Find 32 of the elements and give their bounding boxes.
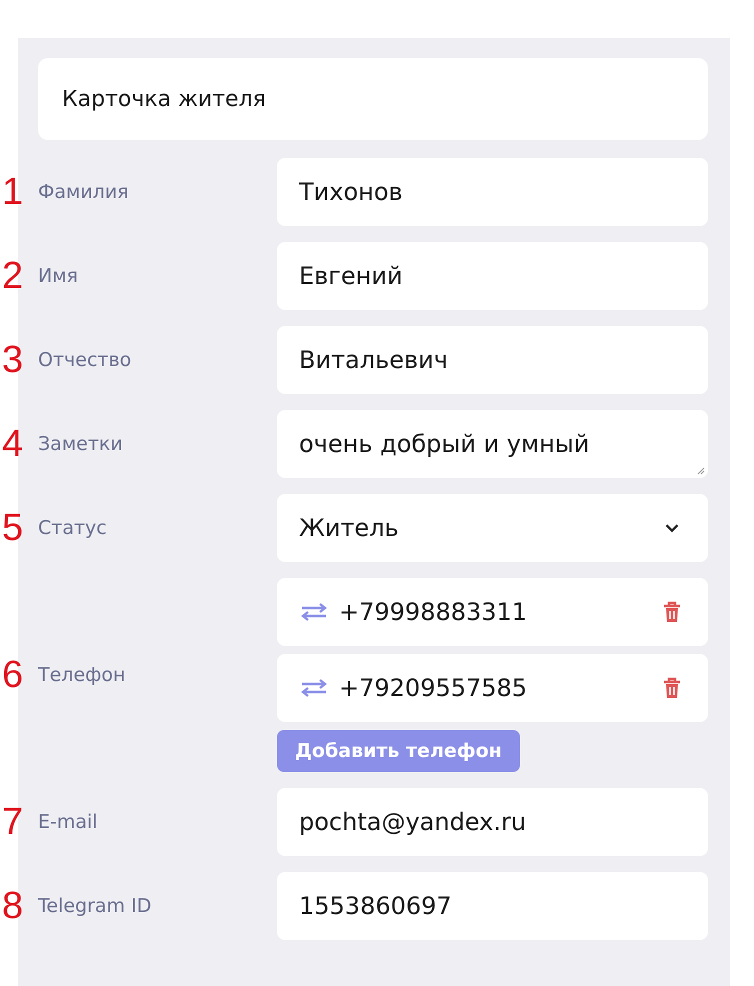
field-label: Статус [38,517,107,539]
trash-icon[interactable] [662,677,682,699]
trash-icon[interactable] [662,601,682,623]
field-label: Заметки [38,433,123,455]
input-field[interactable]: pochta@yandex.ru [277,788,708,856]
field-label: Имя [38,265,78,287]
input-field[interactable]: Евгений [277,242,708,310]
resize-grip-icon[interactable] [695,465,705,475]
phone-field[interactable]: +79209557585 [277,654,708,722]
field-label: Telegram ID [38,895,152,917]
input-field[interactable]: Витальевич [277,326,708,394]
annotation-number: 3 [2,341,24,379]
field-label: Телефон [38,664,126,686]
card-title: Карточка жителя [62,86,266,112]
chevron-down-icon [664,522,680,534]
status-select[interactable]: Житель [277,494,708,562]
annotation-number: 7 [2,803,24,841]
annotation-number: 1 [2,173,24,211]
annotation-number: 2 [2,257,24,295]
annotation-number: 6 [2,656,24,694]
field-label: Фамилия [38,181,129,203]
annotation-number: 8 [2,887,24,925]
swap-arrows-icon[interactable] [299,677,329,699]
swap-arrows-icon[interactable] [299,601,329,623]
annotation-number: 4 [2,425,24,463]
input-field[interactable]: 1553860697 [277,872,708,940]
field-label: Отчество [38,349,132,371]
input-field[interactable]: Тихонов [277,158,708,226]
phone-field[interactable]: +79998883311 [277,578,708,646]
field-label: E-mail [38,811,98,833]
notes-field[interactable]: очень добрый и умный [277,410,708,478]
annotation-number: 5 [2,509,24,547]
